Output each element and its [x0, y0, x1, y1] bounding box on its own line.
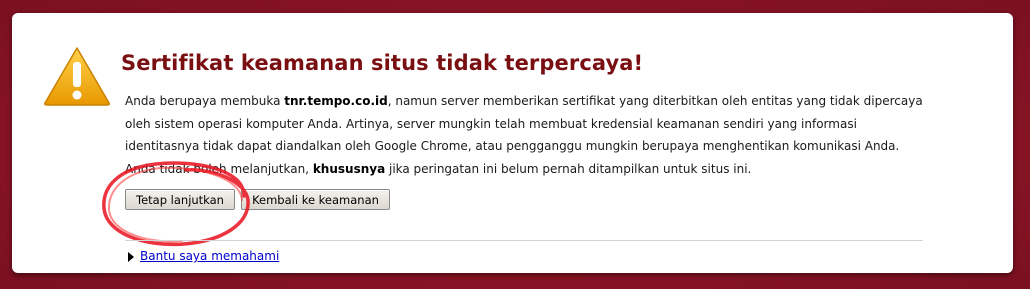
- warning-triangle-icon: [44, 47, 110, 106]
- expand-arrow-icon[interactable]: [128, 252, 134, 262]
- section-divider: [125, 240, 923, 241]
- warning-description: Anda berupaya membuka tnr.tempo.co.id, n…: [125, 90, 925, 180]
- page-title: Sertifikat keamanan situs tidak terperca…: [121, 51, 644, 75]
- emphasis-text: khususnya: [312, 161, 386, 176]
- back-to-safety-button[interactable]: Kembali ke keamanan: [241, 189, 390, 210]
- description-part-3: jika peringatan ini belum pernah ditampi…: [385, 161, 752, 176]
- proceed-anyway-button[interactable]: Tetap lanjutkan: [125, 189, 235, 210]
- site-domain: tnr.tempo.co.id: [284, 94, 388, 108]
- help-me-understand-link[interactable]: Bantu saya memahami: [140, 249, 279, 263]
- interstitial-panel: Sertifikat keamanan situs tidak terperca…: [12, 13, 1013, 273]
- description-part-1: Anda berupaya membuka: [125, 94, 285, 108]
